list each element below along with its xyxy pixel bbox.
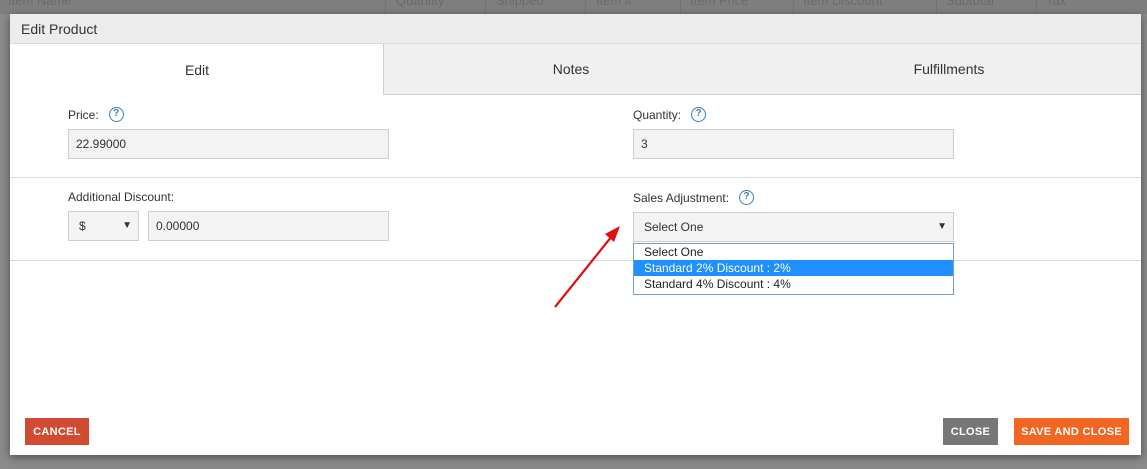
bg-column-header: Item #	[596, 0, 633, 8]
modal-title: Edit Product	[21, 21, 98, 37]
cancel-button[interactable]: CANCEL	[25, 418, 89, 445]
additional-discount-label: Additional Discount:	[68, 190, 175, 204]
edit-product-modal: Edit Product Edit Notes Fulfillments Pri…	[10, 14, 1141, 455]
background-table-header: Item Name Quantity Shipped Item # Item P…	[0, 0, 1147, 14]
modal-header: Edit Product	[10, 14, 1141, 44]
quantity-label-row: Quantity: ?	[633, 107, 707, 122]
dropdown-option[interactable]: Select One	[634, 244, 953, 260]
price-help-icon[interactable]: ?	[108, 107, 124, 122]
row-divider	[10, 260, 1141, 261]
bg-column-header: Item Price	[690, 0, 749, 8]
row-divider	[10, 177, 1141, 178]
save-and-close-button[interactable]: SAVE AND CLOSE	[1014, 418, 1129, 445]
bg-column-header: Shipped	[496, 0, 544, 8]
discount-type-select[interactable]: $ ▼	[68, 211, 139, 241]
sales-adjustment-selected: Select One	[644, 220, 704, 234]
tab-notes[interactable]: Notes	[383, 44, 758, 95]
bg-column-header: Item Name	[8, 0, 72, 8]
chevron-down-icon: ▼	[122, 220, 132, 231]
additional-discount-input[interactable]: 0.00000	[148, 211, 389, 241]
discount-type-value: $	[79, 219, 86, 233]
quantity-help-icon[interactable]: ?	[691, 107, 707, 122]
dropdown-option[interactable]: Standard 4% Discount : 4%	[634, 276, 953, 292]
bg-column-header: Subtotal	[946, 0, 994, 8]
quantity-label: Quantity:	[633, 107, 682, 122]
price-label-row: Price: ?	[68, 107, 124, 122]
sales-adjustment-dropdown: Select One Standard 2% Discount : 2% Sta…	[633, 243, 954, 295]
tab-bar: Edit Notes Fulfillments	[10, 44, 1141, 95]
sales-adjustment-select[interactable]: Select One ▼	[633, 212, 954, 242]
price-input[interactable]: 22.99000	[68, 129, 389, 159]
sales-adjustment-help-icon[interactable]: ?	[739, 190, 755, 205]
bg-column-header: Tax	[1046, 0, 1067, 8]
price-label: Price:	[68, 107, 99, 122]
quantity-input[interactable]: 3	[633, 129, 954, 159]
tab-fulfillments[interactable]: Fulfillments	[757, 44, 1141, 95]
tab-edit[interactable]: Edit	[10, 44, 384, 95]
bg-column-header: Item Discount	[803, 0, 883, 8]
dropdown-option[interactable]: Standard 2% Discount : 2%	[634, 260, 953, 276]
chevron-down-icon: ▼	[937, 221, 947, 232]
bg-column-header: Quantity	[396, 0, 445, 8]
additional-discount-label-row: Additional Discount:	[68, 190, 174, 204]
sales-adjustment-label-row: Sales Adjustment: ?	[633, 190, 755, 205]
close-button[interactable]: CLOSE	[943, 418, 998, 445]
sales-adjustment-label: Sales Adjustment:	[633, 190, 730, 205]
